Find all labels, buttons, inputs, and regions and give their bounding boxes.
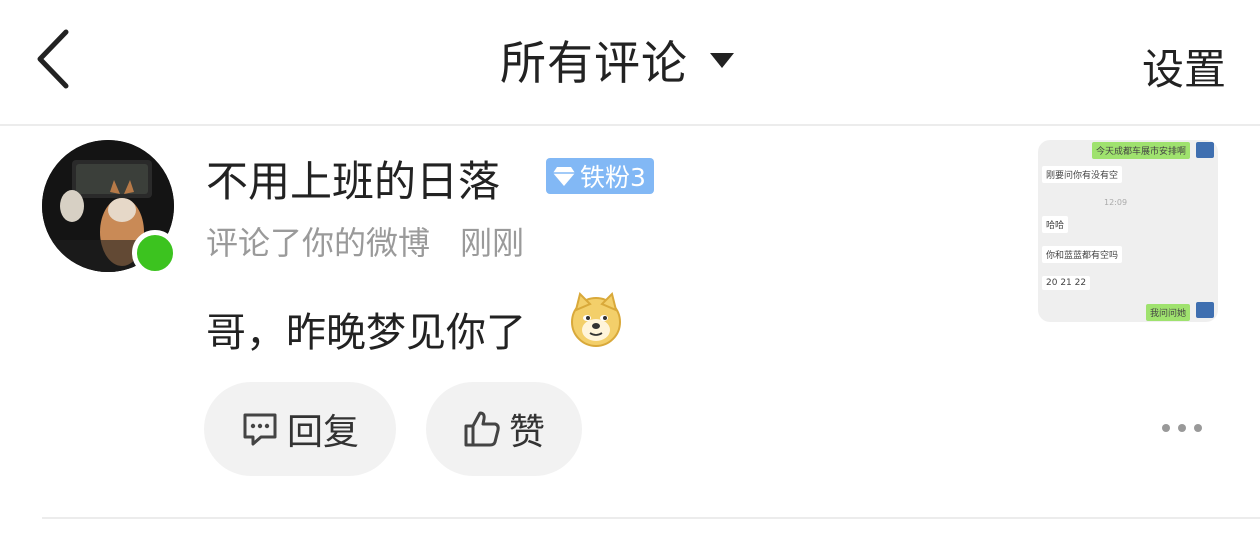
chat-avatar xyxy=(1196,302,1214,318)
page-title: 所有评论 xyxy=(500,36,688,90)
chevron-left-icon xyxy=(37,29,69,89)
like-button-label: 赞 xyxy=(508,412,545,453)
chat-timestamp: 12:09 xyxy=(1104,198,1128,207)
comment-meta: 评论了你的微博 刚刚 xyxy=(206,218,524,264)
comment-filter-dropdown[interactable]: 所有评论 xyxy=(500,30,734,90)
more-dots-icon xyxy=(1178,424,1186,432)
chat-bubble: 今天成都车展市安排啊 xyxy=(1091,142,1190,159)
chat-avatar xyxy=(1196,142,1214,158)
chat-bubble: 你和蓝蓝都有空吗 xyxy=(1042,246,1123,263)
comment-divider xyxy=(42,517,1260,519)
reply-button-label: 回复 xyxy=(286,412,359,453)
diamond-icon xyxy=(553,167,575,186)
more-dots-icon xyxy=(1162,424,1170,432)
top-bar: 所有评论 设置 xyxy=(0,0,1260,124)
comment-text: 哥，昨晚梦见你了 xyxy=(206,310,526,356)
like-button[interactable]: 赞 xyxy=(426,382,582,476)
chat-bubble: 哈哈 xyxy=(1042,216,1069,233)
caret-down-icon xyxy=(710,52,734,68)
weibo-post-thumbnail[interactable]: 今天成都车展市安排啊 刚要问你有没有空 12:09 哈哈 你和蓝蓝都有空吗 20… xyxy=(1038,140,1218,322)
chat-bubble: 我问问她 xyxy=(1145,304,1190,321)
chat-bubble: 刚要问你有没有空 xyxy=(1042,166,1123,183)
comment-icon xyxy=(243,413,277,446)
comment-time: 刚刚 xyxy=(460,224,525,262)
settings-button[interactable]: 设置 xyxy=(1142,36,1226,97)
more-dots-icon xyxy=(1194,424,1202,432)
doge-emoji xyxy=(568,292,624,348)
fan-badge[interactable]: 铁粉3 xyxy=(546,158,654,194)
thumbs-up-icon xyxy=(464,411,500,447)
fan-badge-label: 铁粉3 xyxy=(580,163,646,192)
online-status-dot xyxy=(132,230,178,276)
reply-button[interactable]: 回复 xyxy=(204,382,396,476)
more-options-button[interactable] xyxy=(1162,420,1202,436)
header-divider xyxy=(0,124,1260,126)
back-button[interactable] xyxy=(28,26,80,92)
chat-bubble: 20 21 22 xyxy=(1042,276,1091,290)
comment-action-text: 评论了你的微博 xyxy=(206,224,431,262)
username[interactable]: 不用上班的日落 xyxy=(206,148,500,209)
